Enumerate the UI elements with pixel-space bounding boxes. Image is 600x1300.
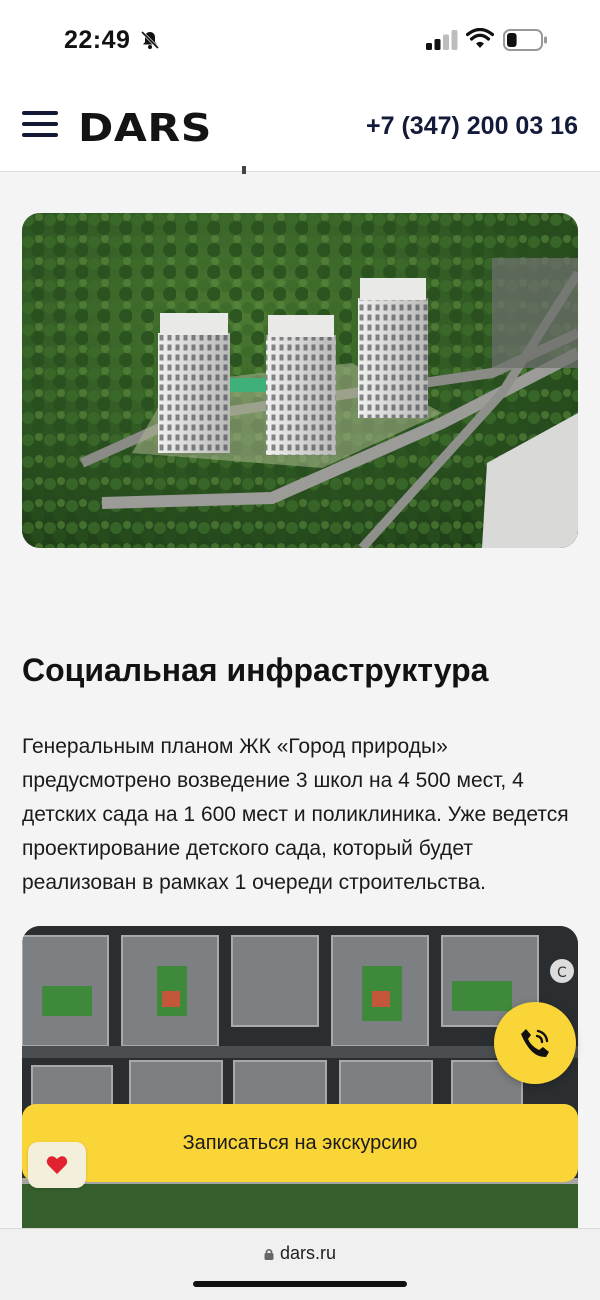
phone-call-icon <box>521 1029 549 1058</box>
site-header: DARS +7 (347) 200 03 16 <box>0 84 600 172</box>
cut-off-text-fragment <box>242 166 246 174</box>
book-excursion-button[interactable]: Записаться на экскурсию <box>22 1104 578 1182</box>
svg-text:С: С <box>557 965 567 981</box>
menu-icon[interactable] <box>22 111 58 141</box>
aerial-render-illustration <box>22 213 578 548</box>
lock-icon <box>264 1248 274 1260</box>
url-display[interactable]: dars.ru <box>0 1243 600 1264</box>
logo[interactable]: DARS <box>78 106 212 150</box>
aerial-render-image <box>22 213 578 548</box>
favorite-button[interactable] <box>28 1142 86 1188</box>
browser-address-bar[interactable]: dars.ru <box>0 1228 600 1300</box>
status-bar: 22:49 <box>0 0 600 84</box>
battery-icon <box>503 29 547 51</box>
phone-link[interactable]: +7 (347) 200 03 16 <box>366 112 578 141</box>
section-paragraph: Генеральным планом ЖК «Город природы» пр… <box>22 735 569 894</box>
master-plan-illustration: С <box>22 926 578 1231</box>
wifi-icon <box>466 28 494 48</box>
home-indicator <box>193 1281 407 1287</box>
master-plan-image: С <box>22 926 578 1231</box>
call-button[interactable] <box>494 1002 576 1084</box>
bell-off-icon <box>140 30 160 50</box>
status-time: 22:49 <box>64 26 131 54</box>
cellular-signal-icon <box>426 30 458 50</box>
section-title: Социальная инфраструктура <box>22 652 489 688</box>
url-text: dars.ru <box>279 1243 337 1263</box>
heart-icon <box>46 1156 68 1174</box>
